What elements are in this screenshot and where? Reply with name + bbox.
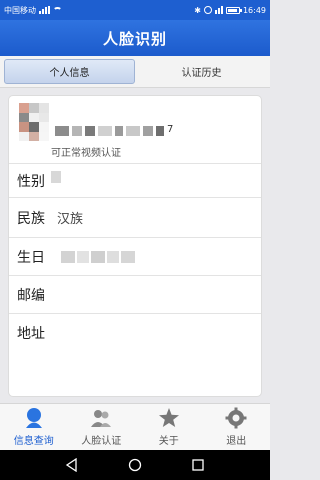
home-icon[interactable] <box>128 458 142 472</box>
star-icon <box>158 408 179 427</box>
nav-label: 退出 <box>226 436 247 447</box>
field-postcode: 邮编 <box>9 276 261 314</box>
bluetooth-icon: ✱ <box>194 5 201 15</box>
birthday-redacted <box>61 250 135 263</box>
field-birthday: 生日 <box>9 238 261 276</box>
tab-label: 认证历史 <box>181 68 222 79</box>
person-icon <box>25 408 42 428</box>
recents-icon[interactable] <box>191 458 205 472</box>
tab-label: 个人信息 <box>49 68 90 79</box>
field-label: 性别 <box>17 173 45 190</box>
status-time: 16:49 <box>242 5 266 15</box>
profile-header: 7 可正常视频认证 <box>9 96 261 164</box>
nav-about[interactable]: 关于 <box>135 404 203 450</box>
verify-status-text: 可正常视频认证 <box>51 148 121 159</box>
name-redacted <box>55 126 167 136</box>
tab-bar: 个人信息 认证历史 <box>0 56 270 88</box>
nav-face-auth[interactable]: 人脸认证 <box>68 404 136 450</box>
field-label: 地址 <box>17 326 45 342</box>
field-gender: 性别 <box>9 164 261 198</box>
page-title: 人脸识别 <box>102 29 167 48</box>
users-icon <box>91 410 112 427</box>
tab-personal-info[interactable]: 个人信息 <box>4 59 135 84</box>
system-nav-bar <box>0 450 270 480</box>
avatar <box>19 103 49 141</box>
gear-icon <box>225 407 247 429</box>
network-signal-icon <box>214 6 223 14</box>
info-card: 7 可正常视频认证 性别 民族 汉族 生日 邮编 地址 <box>8 95 262 397</box>
app-header: 人脸识别 <box>0 20 270 56</box>
bottom-nav: 信息查询 人脸认证 关于 退出 <box>0 403 270 450</box>
signal-icon <box>39 6 50 14</box>
name-suffix: 7 <box>167 124 174 135</box>
field-address: 地址 <box>9 314 261 352</box>
alarm-icon <box>203 6 212 14</box>
field-label: 生日 <box>17 249 45 266</box>
wifi-icon <box>53 6 62 14</box>
carrier-label: 中国移动 <box>4 5 36 15</box>
nav-label: 人脸认证 <box>81 436 122 447</box>
nav-logout[interactable]: 退出 <box>203 404 271 450</box>
back-icon[interactable] <box>65 458 79 472</box>
nav-label: 关于 <box>158 436 179 447</box>
gender-redacted <box>51 170 61 183</box>
field-label: 民族 <box>17 210 45 227</box>
field-ethnicity: 民族 汉族 <box>9 198 261 238</box>
field-label: 邮编 <box>17 287 45 304</box>
field-value: 汉族 <box>57 212 84 227</box>
tab-auth-history[interactable]: 认证历史 <box>137 59 266 84</box>
status-bar: 中国移动 ✱ 16:49 <box>0 0 270 20</box>
nav-label: 信息查询 <box>13 436 54 447</box>
nav-info-query[interactable]: 信息查询 <box>0 404 68 450</box>
battery-icon <box>225 6 242 14</box>
